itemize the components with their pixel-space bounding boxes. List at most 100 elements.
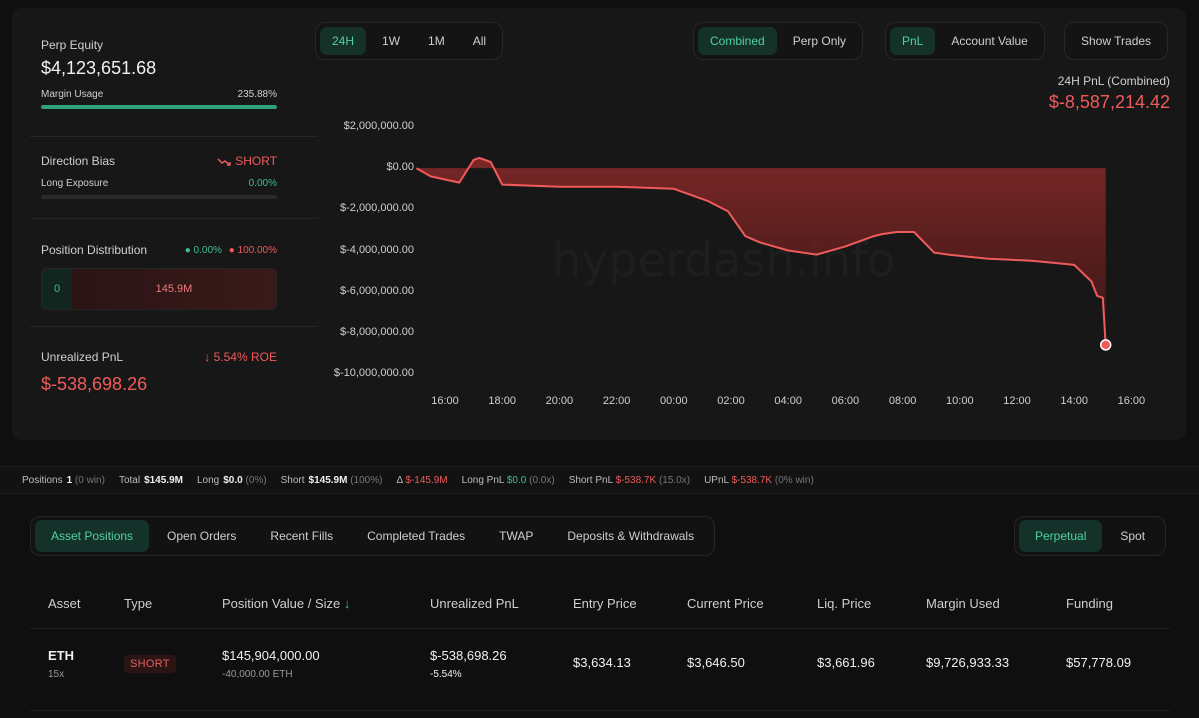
stat-short: Short $145.9M (100%)	[280, 474, 383, 486]
column-header-margin-used[interactable]: Margin Used	[926, 596, 1000, 611]
mode-selector: Combined Perp Only	[693, 22, 864, 60]
direction-bias-value: SHORT	[235, 154, 277, 168]
tab-deposits-withdrawals[interactable]: Deposits & Withdrawals	[551, 520, 710, 552]
y-tick-label: $2,000,000.00	[343, 120, 414, 132]
unrealized-pnl-section: Unrealized PnL ↓ 5.54% ROE $-538,698.26	[41, 350, 277, 395]
timeframe-all[interactable]: All	[461, 27, 498, 55]
stat-long: Long $0.0 (0%)	[196, 474, 267, 486]
arrow-down-icon: ↓	[204, 350, 211, 364]
liq-price: $3,661.96	[817, 655, 875, 670]
current-price: $3,646.50	[687, 655, 745, 670]
dist-short-segment: 145.9M	[72, 269, 276, 309]
x-tick-label: 16:00	[1117, 395, 1146, 407]
watermark: hyperdash.info	[552, 233, 895, 287]
margin-used: $9,726,933.33	[926, 655, 1010, 670]
metric-pnl[interactable]: PnL	[890, 27, 936, 55]
type-badge: SHORT	[124, 655, 176, 673]
x-tick-label: 02:00	[717, 395, 745, 407]
unrealized-pnl-label: Unrealized PnL	[41, 350, 124, 364]
y-tick-label: $-4,000,000.00	[339, 243, 414, 256]
short-dot-icon: ●	[228, 244, 235, 256]
column-header-position-value[interactable]: Position Value / Size ↓	[222, 596, 350, 611]
x-tick-label: 08:00	[888, 395, 917, 407]
unrealized-pnl-pct: -5.54%	[430, 669, 462, 680]
tab-recent-fills[interactable]: Recent Fills	[254, 520, 349, 552]
column-header-asset[interactable]: Asset	[48, 596, 81, 611]
y-tick-label: $-10,000,000.00	[333, 367, 414, 379]
tab-open-orders[interactable]: Open Orders	[151, 520, 252, 552]
dist-short-pct: 100.00%	[237, 244, 277, 256]
roe-value: 5.54% ROE	[213, 350, 277, 364]
stat-long-pnl: Long PnL $0.0 (0.0x)	[461, 474, 555, 486]
divider	[30, 136, 318, 137]
x-tick-label: 10:00	[946, 395, 974, 407]
stat-short-pnl: Short PnL $-538.7K (15.0x)	[568, 474, 691, 486]
unrealized-pnl-value: $-538,698.26	[41, 374, 148, 394]
column-header-type[interactable]: Type	[124, 596, 152, 611]
y-tick-label: $-2,000,000.00	[339, 202, 414, 215]
column-header-funding[interactable]: Funding	[1066, 596, 1113, 611]
timeframe-1m[interactable]: 1M	[416, 27, 457, 55]
market-type-tabs: Perpetual Spot	[1014, 516, 1167, 556]
entry-price: $3,634.13	[573, 655, 631, 670]
asset-name: ETH	[48, 648, 74, 663]
margin-usage-label: Margin Usage	[41, 89, 104, 100]
x-tick-label: 18:00	[488, 395, 516, 407]
dist-long-pct: 0.00%	[193, 244, 222, 256]
timeframe-24h[interactable]: 24H	[320, 27, 367, 55]
funding: $57,778.09	[1066, 655, 1132, 670]
divider	[30, 710, 1170, 711]
direction-bias-section: Direction Bias SHORT Long Exposure 0.00%	[41, 154, 277, 199]
trend-down-icon	[217, 158, 231, 166]
x-tick-label: 20:00	[545, 395, 574, 407]
tab-asset-positions[interactable]: Asset Positions	[35, 520, 150, 552]
tab-twap[interactable]: TWAP	[483, 520, 549, 552]
pnl-header-label: 24H PnL (Combined)	[1057, 74, 1170, 88]
stat-delta: Δ $-145.9M	[396, 474, 448, 486]
pnl-endpoint-marker	[1099, 339, 1112, 351]
show-trades-group: Show Trades	[1064, 22, 1169, 60]
column-header-current-price[interactable]: Current Price	[687, 596, 764, 611]
perp-equity-value: $4,123,651.68	[41, 58, 157, 78]
positions-tabs: Asset Positions Open Orders Recent Fills…	[30, 516, 716, 556]
pnl-header-value: $-8,587,214.42	[1048, 92, 1170, 112]
metric-account-value[interactable]: Account Value	[939, 27, 1040, 55]
column-header-entry-price[interactable]: Entry Price	[573, 596, 637, 611]
divider	[30, 326, 318, 327]
tab-completed-trades[interactable]: Completed Trades	[351, 520, 481, 552]
x-tick-label: 04:00	[774, 395, 802, 407]
x-tick-label: 16:00	[431, 395, 459, 407]
summary-sidebar: Perp Equity $4,123,651.68 Margin Usage 2…	[12, 8, 318, 440]
x-tick-label: 22:00	[602, 395, 631, 407]
x-tick-label: 06:00	[831, 395, 860, 407]
margin-usage-value: 235.88%	[237, 89, 277, 100]
summary-panel: Perp Equity $4,123,651.68 Margin Usage 2…	[12, 8, 1186, 440]
sort-down-icon: ↓	[343, 596, 351, 611]
tab-perpetual[interactable]: Perpetual	[1019, 520, 1103, 552]
direction-bias-label: Direction Bias	[41, 154, 116, 168]
show-trades-button[interactable]: Show Trades	[1069, 27, 1163, 55]
column-header-liq-price[interactable]: Liq. Price	[817, 596, 871, 611]
long-dot-icon: ●	[184, 244, 191, 256]
timeframe-1w[interactable]: 1W	[370, 27, 412, 55]
leverage: 15x	[48, 669, 65, 680]
column-header-unrealized-pnl[interactable]: Unrealized PnL	[430, 596, 519, 611]
margin-usage-bar	[41, 105, 277, 109]
tab-spot[interactable]: Spot	[1104, 520, 1161, 552]
mode-perp-only[interactable]: Perp Only	[781, 27, 858, 55]
stat-upnl: UPnL $-538.7K (0% win)	[704, 474, 814, 486]
mode-combined[interactable]: Combined	[698, 27, 777, 55]
divider	[30, 218, 318, 219]
direction-bias-indicator: SHORT	[217, 154, 277, 168]
perp-equity-section: Perp Equity $4,123,651.68 Margin Usage 2…	[41, 38, 277, 109]
y-tick-label: $0.00	[386, 161, 414, 174]
x-tick-label: 00:00	[660, 395, 688, 407]
y-tick-label: $-6,000,000.00	[339, 284, 414, 297]
stat-total: Total $145.9M	[118, 474, 183, 486]
position-size: -40,000.00 ETH	[222, 669, 293, 680]
stat-positions: Positions 1 (0 win)	[22, 474, 105, 486]
position-distribution-bar: 0 145.9M	[41, 268, 277, 310]
position-distribution-label: Position Distribution	[41, 243, 148, 257]
stats-bar: Positions 1 (0 win) Total $145.9M Long $0.0…	[0, 466, 1199, 494]
timeframe-selector: 24H 1W 1M All	[315, 22, 504, 60]
